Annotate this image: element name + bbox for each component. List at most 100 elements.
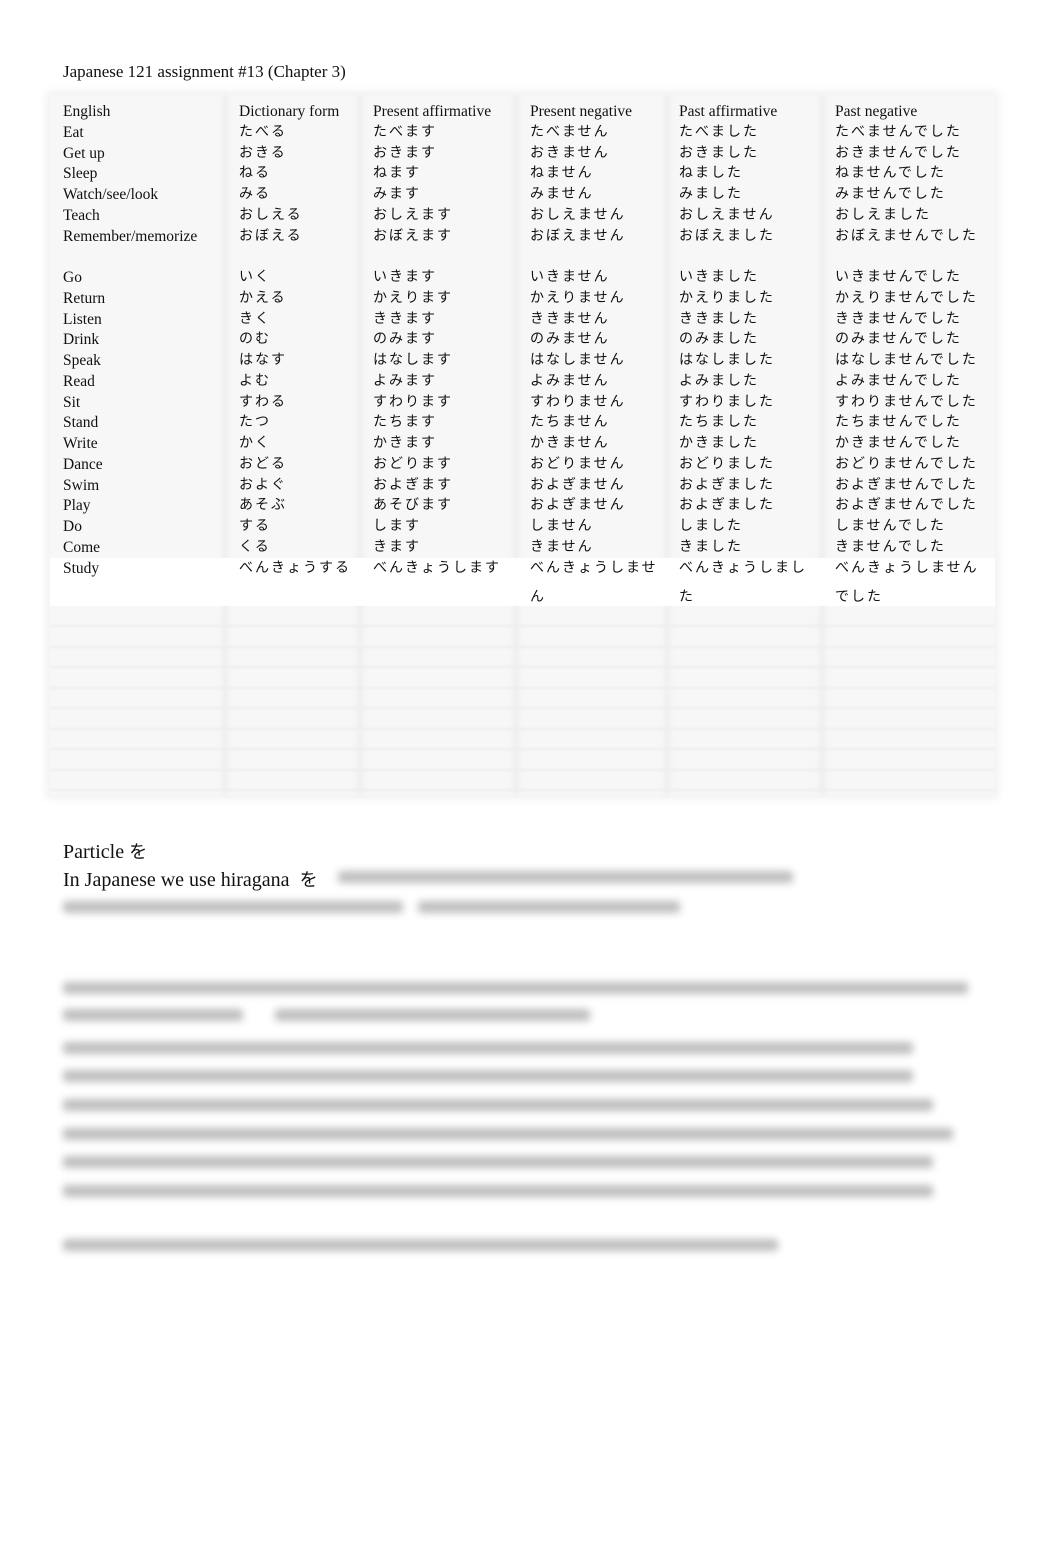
cell-past-affirmative: おどりました <box>679 455 775 472</box>
cell-english: Remember/memorize <box>63 227 198 245</box>
cell-english: Eat <box>63 123 84 141</box>
table-row: Speak はなす はなします はなしません はなしました はなしませんでした <box>50 350 995 371</box>
cell-present-negative: はなしません <box>530 352 626 368</box>
cell-english: Write <box>63 435 98 452</box>
particle-intro: In Japanese we use hiragana を <box>63 869 318 891</box>
cell-dictionary-form: おぼえる <box>239 227 303 244</box>
cell-dictionary-form: おきる <box>239 144 287 161</box>
cell-present-affirmative: おぼえます <box>373 227 453 244</box>
cell-dictionary-form: ねる <box>239 165 271 182</box>
cell-english: Dance <box>63 455 103 473</box>
cell-english: Sleep <box>63 165 98 183</box>
row-divider <box>50 727 995 730</box>
table-row: Go いく いきます いきません いきました いきませんでした <box>50 267 995 288</box>
cell-english: Watch/see/look <box>63 186 159 203</box>
cell-present-affirmative: します <box>373 518 421 534</box>
cell-past-negative: ききませんでした <box>835 310 962 327</box>
cell-present-negative: すわりません <box>530 393 626 410</box>
cell-present-affirmative: かえります <box>373 289 453 306</box>
cell-present-negative: たべません <box>530 123 610 140</box>
cell-present-affirmative: おしえます <box>373 206 453 223</box>
row-divider <box>50 645 995 648</box>
table-row: Stand たつ たちます たちません たちました たちませんでした <box>50 412 995 433</box>
cell-present-negative: おきません <box>530 144 610 161</box>
cell-dictionary-form: たつ <box>239 414 271 431</box>
cell-dictionary-form: のむ <box>239 331 271 348</box>
cell-past-affirmative: おしえません <box>679 206 775 223</box>
cell-dictionary-form: かえる <box>239 289 287 306</box>
cell-dictionary-form: はなす <box>239 352 287 368</box>
cell-past-affirmative: しました <box>679 518 743 534</box>
table-row: Write かく かきます かきません かきました かきませんでした <box>50 433 995 454</box>
header-english: English <box>63 103 111 120</box>
table-row: Return かえる かえります かえりません かえりました かえりませんでした <box>50 288 995 309</box>
table-row: Drink のむ のみます のみません のみました のみませんでした <box>50 329 995 350</box>
cell-past-affirmative: いきました <box>679 269 759 285</box>
cell-past-affirmative: すわりました <box>679 393 775 410</box>
cell-present-negative: よみません <box>530 372 610 389</box>
table-row: Listen きく ききます ききません ききました ききませんでした <box>50 309 995 330</box>
table-row: Sit すわる すわります すわりません すわりました すわりませんでした <box>50 392 995 413</box>
cell-dictionary-form: かく <box>239 435 271 451</box>
cell-present-affirmative: いきます <box>373 269 437 285</box>
verb-conjugation-table: English Dictionary form Present affirmativ… <box>50 95 995 795</box>
cell-dictionary-form: おどる <box>239 455 287 472</box>
row-divider <box>50 768 995 771</box>
cell-dictionary-form: いく <box>239 269 271 285</box>
cell-past-affirmative: およぎました <box>679 497 775 514</box>
table-row: Eat たべる たべます たべません たべました たべませんでした <box>50 122 995 143</box>
cell-present-negative: ねません <box>530 165 594 182</box>
cell-present-affirmative: あそびます <box>373 497 453 514</box>
cell-english: Listen <box>63 310 102 328</box>
cell-present-negative: おぼえません <box>530 227 626 244</box>
table-row: Remember/memorize おぼえる おぼえます おぼえません おぼえました おぼ… <box>50 226 995 247</box>
cell-past-affirmative: かえりました <box>679 289 775 306</box>
table-row: Dance おどる おどります おどりません おどりました おどりませんでした <box>50 454 995 475</box>
cell-dictionary-form: きく <box>239 310 271 327</box>
cell-english: Stand <box>63 414 99 432</box>
cell-past-negative: おぼえませんでした <box>835 227 978 244</box>
cell-past-negative: およぎませんでした <box>835 497 978 514</box>
cell-past-negative: おきませんでした <box>835 144 962 161</box>
cell-past-affirmative: ねました <box>679 165 743 182</box>
cell-past-affirmative: のみました <box>679 331 759 348</box>
table-row: Study べんきょうする べんきょうします べんきょうしません べんきょうしました べん… <box>50 557 995 606</box>
cell-present-affirmative: かきます <box>373 435 437 451</box>
cell-past-negative: よみませんでした <box>835 372 962 389</box>
row-divider <box>50 748 995 750</box>
header-present-negative: Present negative <box>530 103 633 120</box>
cell-dictionary-form: およぐ <box>239 476 287 493</box>
cell-past-affirmative: たべました <box>679 123 759 140</box>
cell-english: Speak <box>63 352 101 369</box>
cell-present-negative: およぎません <box>530 476 626 493</box>
header-dictionary-form: Dictionary form <box>239 103 340 120</box>
cell-english: Teach <box>63 206 100 224</box>
table-row: Teach おしえる おしえます おしえません おしえません おしえました <box>50 205 995 226</box>
table-row: Sleep ねる ねます ねません ねました ねませんでした <box>50 163 995 184</box>
cell-past-affirmative: おぼえました <box>679 227 775 244</box>
cell-present-negative: おどりません <box>530 455 626 472</box>
header-past-negative: Past negative <box>835 103 918 120</box>
page-title: Japanese 121 assignment #13 (Chapter 3) <box>63 62 346 81</box>
table-row: Read よむ よみます よみません よみました よみませんでした <box>50 371 995 392</box>
cell-present-affirmative: みます <box>373 186 421 202</box>
cell-past-affirmative: みました <box>679 186 743 202</box>
cell-past-affirmative: はなしました <box>679 352 775 368</box>
cell-present-negative: いきません <box>530 269 610 285</box>
cell-past-negative: たべませんでした <box>835 123 962 140</box>
cell-english: Go <box>63 269 82 286</box>
cell-present-affirmative: ねます <box>373 165 421 182</box>
cell-present-negative: およぎません <box>530 497 626 514</box>
cell-english: Drink <box>63 331 100 349</box>
cell-english: Come <box>63 538 101 556</box>
cell-past-negative: およぎませんでした <box>835 476 978 493</box>
cell-present-affirmative: のみます <box>373 331 437 348</box>
header-past-affirmative: Past affirmative <box>679 103 778 120</box>
cell-past-affirmative: かきました <box>679 435 759 451</box>
cell-past-negative: はなしませんでした <box>835 352 978 368</box>
cell-english: Do <box>63 518 82 535</box>
cell-present-negative: ききません <box>530 310 610 327</box>
cell-present-affirmative: はなします <box>373 352 453 368</box>
cell-english: Return <box>63 289 106 307</box>
cell-present-negative: しません <box>530 518 594 534</box>
